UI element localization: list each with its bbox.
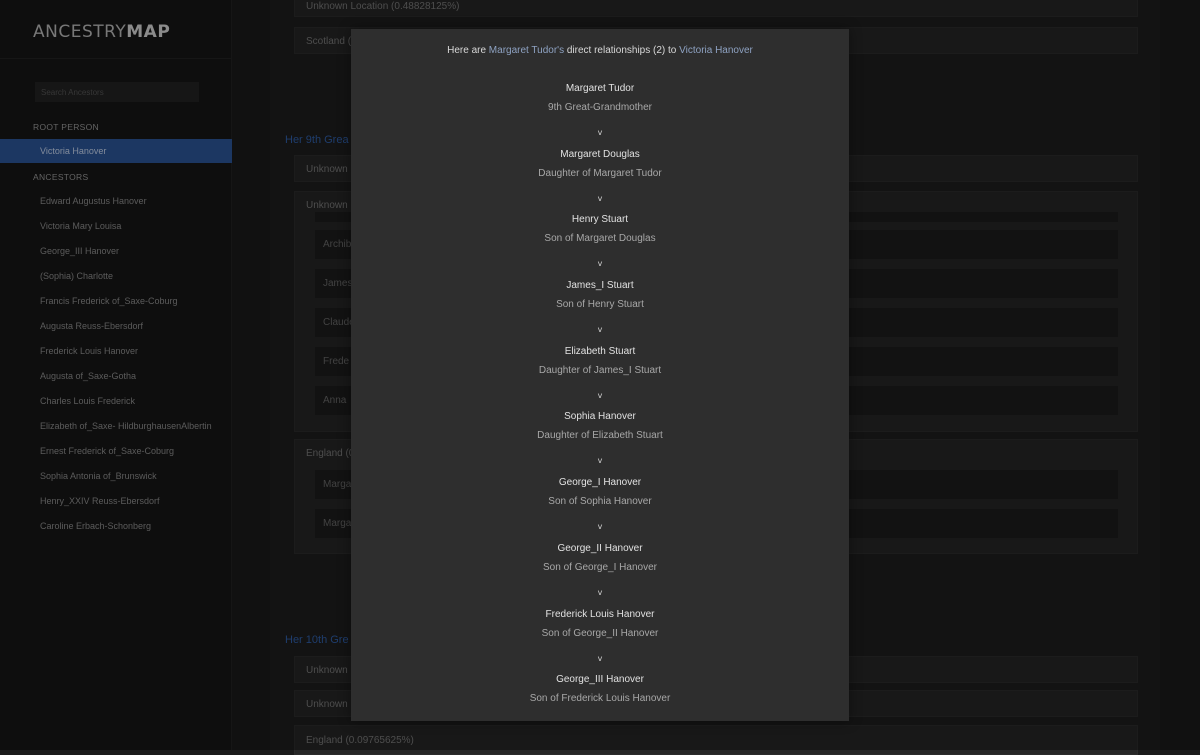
chain-node-relation: Son of Henry Stuart bbox=[556, 299, 644, 311]
chain-node: James_I Stuart Son of Henry Stuart v bbox=[351, 278, 849, 344]
chain-node-name: George_I Hanover bbox=[558, 477, 642, 489]
chain-node-relation: Daughter of James_I Stuart bbox=[538, 364, 662, 376]
chain-node-name: Sophia Hanover bbox=[564, 411, 636, 423]
modal-title-middle: direct relationships (2) to bbox=[564, 45, 680, 56]
chevron-down-icon: v bbox=[597, 456, 603, 466]
chain-node: Frederick Louis Hanover Son of George_II… bbox=[351, 607, 849, 673]
chain-node: George_III Hanover Son of Frederick Loui… bbox=[351, 672, 849, 738]
chevron-down-icon: v bbox=[597, 128, 603, 137]
chevron-down-icon: v bbox=[597, 390, 603, 400]
chain-node: Henry Stuart Son of Margaret Douglas v bbox=[351, 212, 849, 278]
chevron-down-icon: v bbox=[597, 193, 603, 203]
chain-node-name: Margaret Tudor bbox=[565, 83, 635, 94]
chain-node-name: Margaret Douglas bbox=[560, 148, 640, 160]
chain-node-relation: Daughter of Margaret Tudor bbox=[538, 167, 662, 179]
chevron-down-icon: v bbox=[597, 653, 603, 663]
chain-node: Margaret Douglas Daughter of Margaret Tu… bbox=[351, 147, 849, 213]
chain-node-relation: Son of Frederick Louis Hanover bbox=[529, 693, 671, 705]
chain-node-relation: Son of George_II Hanover bbox=[541, 627, 659, 639]
chain-node-name: James_I Stuart bbox=[566, 280, 634, 292]
modal-title-prefix: Here are bbox=[447, 45, 489, 56]
chain-node: George_I Hanover Son of Sophia Hanover v bbox=[351, 475, 849, 541]
modal-person-link[interactable]: Margaret Tudor's bbox=[489, 45, 564, 56]
chain-node-name: Henry Stuart bbox=[571, 214, 629, 226]
chain-node-relation: Son of Margaret Douglas bbox=[544, 233, 656, 245]
chain-node-name: Elizabeth Stuart bbox=[564, 345, 636, 357]
chain-node: Margaret Tudor 9th Great-Grandmother v bbox=[351, 81, 849, 147]
chain-node-name: Frederick Louis Hanover bbox=[545, 608, 655, 620]
chain-node-relation: Son of George_I Hanover bbox=[543, 561, 657, 573]
chain-node: Sophia Hanover Daughter of Elizabeth Stu… bbox=[351, 409, 849, 475]
relationship-chain: Margaret Tudor 9th Great-Grandmother v M… bbox=[351, 81, 849, 738]
chevron-down-icon: v bbox=[597, 325, 603, 335]
modal-target-link[interactable]: Victoria Hanover bbox=[679, 45, 753, 56]
chevron-down-icon: v bbox=[597, 587, 603, 597]
chevron-down-icon: v bbox=[597, 522, 603, 532]
chevron-down-icon: v bbox=[597, 259, 603, 269]
chain-node-relation: Daughter of Elizabeth Stuart bbox=[537, 430, 663, 442]
chain-node: George_II Hanover Son of George_I Hanove… bbox=[351, 541, 849, 607]
chain-node-name: George_III Hanover bbox=[556, 674, 644, 686]
modal-title: Here are Margaret Tudor's direct relatio… bbox=[351, 45, 849, 56]
chain-node-name: George_II Hanover bbox=[557, 542, 643, 554]
chain-node-relation: Son of Sophia Hanover bbox=[548, 496, 652, 508]
chain-node-relation: 9th Great-Grandmother bbox=[548, 102, 652, 113]
chain-node: Elizabeth Stuart Daughter of James_I Stu… bbox=[351, 344, 849, 410]
relationship-modal: Here are Margaret Tudor's direct relatio… bbox=[351, 29, 849, 721]
